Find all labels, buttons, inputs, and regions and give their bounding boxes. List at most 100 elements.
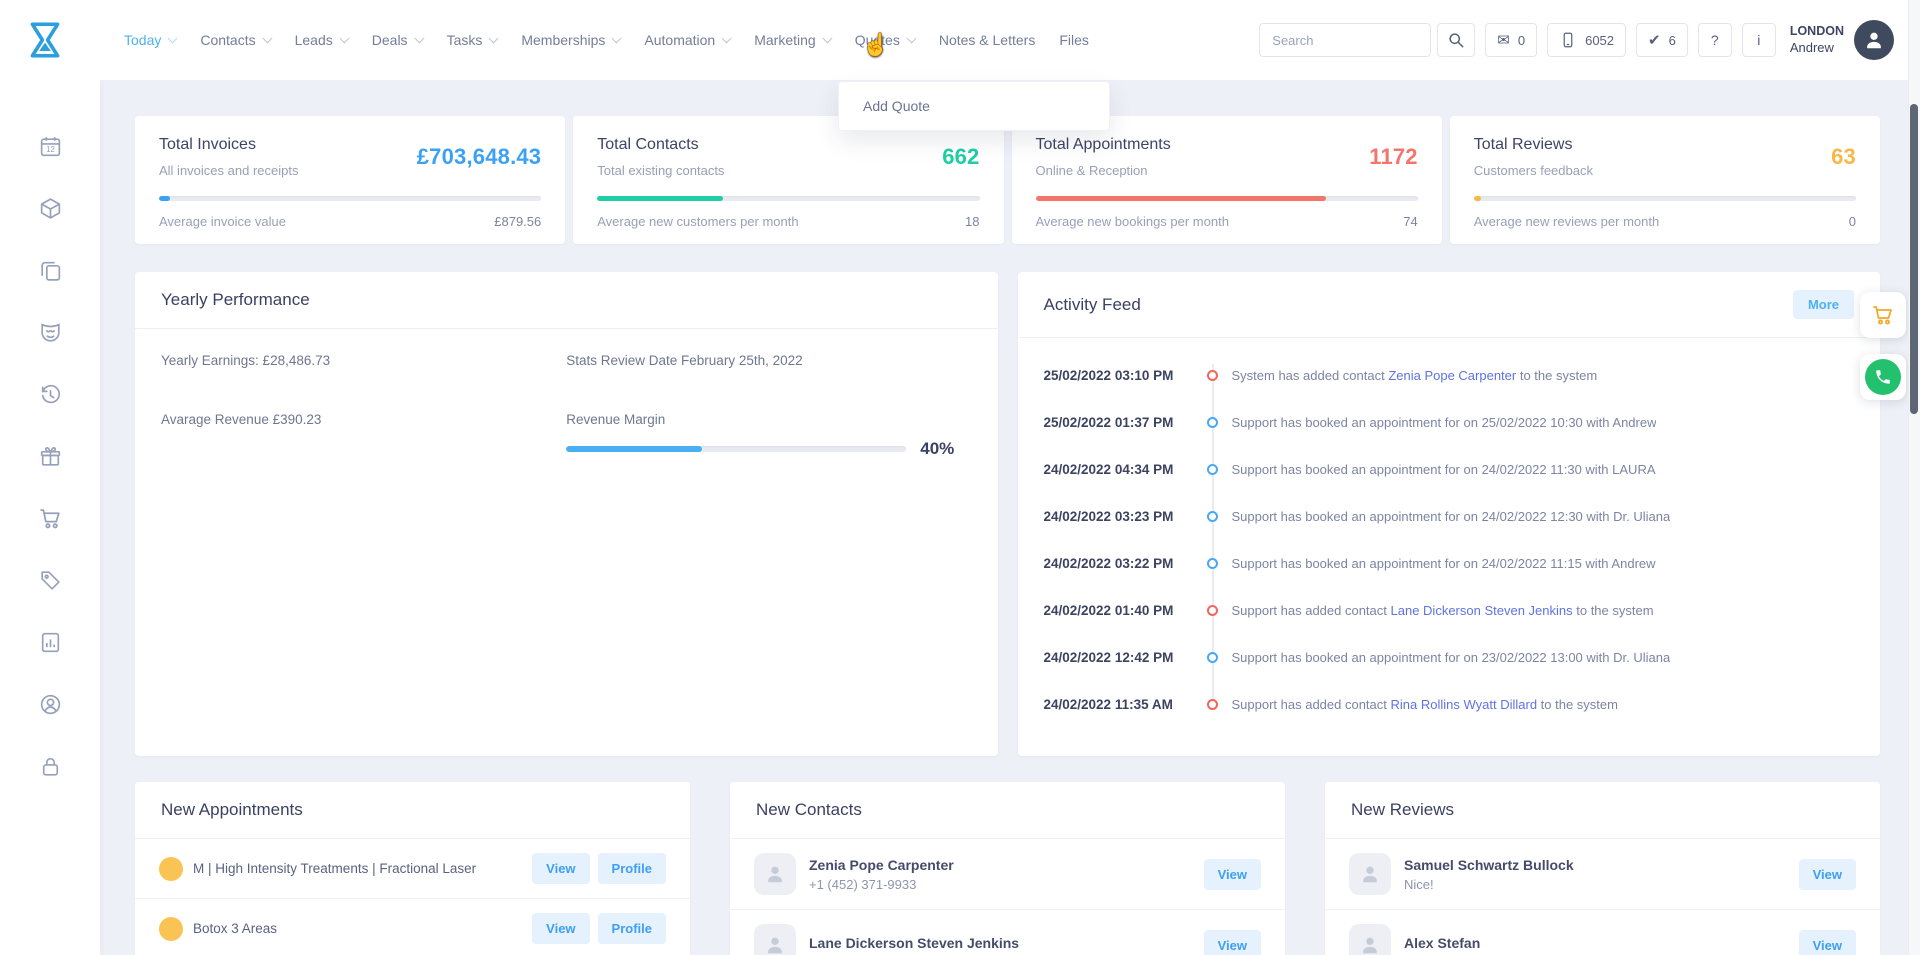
stat-footer-value: £879.56 [494, 214, 541, 229]
nav-item-label: Quotes [855, 32, 900, 48]
stat-value: 662 [942, 144, 979, 170]
stat-footer-value: 0 [1849, 214, 1856, 229]
nav-item-label: Contacts [200, 32, 255, 48]
nav-item-deals[interactable]: Deals [360, 0, 435, 80]
contact-name: Lane Dickerson Steven Jenkins [809, 935, 1204, 951]
activity-text: Support has booked an appointment for on… [1230, 415, 1657, 430]
nav-item-marketing[interactable]: Marketing [742, 0, 842, 80]
nav-item-automation[interactable]: Automation [632, 0, 742, 80]
gift-icon[interactable] [38, 444, 63, 469]
cart-icon[interactable] [38, 506, 63, 531]
activity-text: Support has added contact Rina Rollins W… [1230, 697, 1618, 712]
stat-progress-fill [159, 196, 170, 201]
nav-item-notes-letters[interactable]: Notes & Letters [927, 0, 1048, 80]
nav-item-contacts[interactable]: Contacts [188, 0, 282, 80]
chevron-down-icon [339, 33, 349, 43]
view-button[interactable]: View [532, 853, 589, 884]
stat-title: Total Appointments [1036, 136, 1171, 154]
profile-button[interactable]: Profile [598, 853, 666, 884]
nav-item-memberships[interactable]: Memberships [509, 0, 632, 80]
location-label: LONDON [1790, 23, 1844, 39]
card-title: Yearly Performance [161, 290, 310, 310]
stat-footer-label: Average invoice value [159, 214, 286, 229]
activity-dot [1207, 511, 1218, 522]
activity-item: 24/02/2022 03:22 PM Support has booked a… [1044, 540, 1855, 587]
nav-item-tasks[interactable]: Tasks [435, 0, 510, 80]
stat-title: Total Invoices [159, 136, 298, 154]
avatar[interactable] [1854, 20, 1894, 60]
history-icon[interactable] [38, 382, 63, 407]
revenue-margin-label: Revenue Margin [566, 412, 971, 427]
person-icon [1359, 863, 1381, 885]
chevron-down-icon [906, 33, 916, 43]
reviewer-avatar [1349, 853, 1391, 895]
view-button[interactable]: View [532, 913, 589, 944]
view-button[interactable]: View [1799, 930, 1856, 955]
contact-link[interactable]: Zenia Pope Carpenter [1388, 368, 1516, 383]
nav-item-leads[interactable]: Leads [283, 0, 360, 80]
search-input[interactable] [1259, 23, 1431, 57]
nav-item-quotes[interactable]: Quotes [843, 0, 927, 80]
average-revenue: Avarage Revenue £390.23 [161, 412, 566, 427]
contact-avatar [754, 924, 796, 955]
view-button[interactable]: View [1799, 859, 1856, 890]
nav-item-today[interactable]: Today [112, 0, 188, 80]
help-button[interactable]: ? [1698, 23, 1732, 57]
view-button[interactable]: View [1204, 930, 1261, 955]
activity-dot [1207, 558, 1218, 569]
appointment-title: M | High Intensity Treatments | Fraction… [193, 861, 524, 876]
floating-widgets [1860, 292, 1906, 400]
tasks-badge[interactable]: ✔ 6 [1636, 23, 1688, 57]
mail-badge[interactable]: ✉ 0 [1485, 23, 1537, 57]
phone-count: 6052 [1585, 33, 1614, 48]
card-title: New Appointments [161, 800, 303, 820]
tag-icon[interactable] [38, 568, 63, 593]
app-logo[interactable] [24, 17, 66, 63]
activity-time: 24/02/2022 11:35 AM [1044, 697, 1196, 712]
contact-name: Zenia Pope Carpenter [809, 857, 1204, 873]
menu-item-add-quote[interactable]: Add Quote [839, 86, 1109, 126]
activity-time: 24/02/2022 01:40 PM [1044, 603, 1196, 618]
package-icon[interactable] [38, 196, 63, 221]
stat-card-total-invoices: Total Invoices All invoices and receipts… [135, 116, 565, 244]
vertical-scrollbar[interactable] [1908, 0, 1920, 955]
phone-badge[interactable]: 6052 [1547, 23, 1626, 57]
activity-time: 24/02/2022 03:23 PM [1044, 509, 1196, 524]
more-button[interactable]: More [1793, 290, 1854, 319]
cart-widget-button[interactable] [1860, 292, 1906, 338]
contact-list-item: Lane Dickerson Steven Jenkins View [730, 909, 1285, 955]
info-button[interactable]: i [1742, 23, 1776, 57]
activity-item: 24/02/2022 11:35 AM Support has added co… [1044, 681, 1855, 728]
user-circle-icon[interactable] [38, 692, 63, 717]
calendar-icon[interactable] [38, 134, 63, 159]
search-button[interactable] [1437, 23, 1475, 57]
view-button[interactable]: View [1204, 859, 1261, 890]
nav-item-label: Notes & Letters [939, 32, 1036, 48]
profile-button[interactable]: Profile [598, 913, 666, 944]
cart-icon [1871, 303, 1895, 327]
new-contacts-card: New Contacts Zenia Pope Carpenter +1 (45… [730, 782, 1285, 955]
left-sidebar [0, 80, 100, 955]
report-icon[interactable] [38, 630, 63, 655]
stat-footer-value: 18 [965, 214, 979, 229]
copy-documents-icon[interactable] [38, 258, 63, 283]
new-appointments-card: New Appointments M | High Intensity Trea… [135, 782, 690, 955]
nav-item-label: Today [124, 32, 161, 48]
stat-progress-fill [1474, 196, 1482, 201]
envelope-icon: ✉ [1497, 33, 1510, 48]
activity-feed-card: Activity Feed More 25/02/2022 03:10 PM S… [1018, 272, 1881, 756]
lock-icon[interactable] [38, 754, 63, 779]
nav-item-label: Tasks [447, 32, 483, 48]
contact-link[interactable]: Lane Dickerson Steven Jenkins [1391, 603, 1573, 618]
contact-link[interactable]: Rina Rollins Wyatt Dillard [1391, 697, 1538, 712]
activity-item: 24/02/2022 12:42 PM Support has booked a… [1044, 634, 1855, 681]
scrollbar-thumb[interactable] [1910, 104, 1918, 414]
nav-item-files[interactable]: Files [1047, 0, 1101, 80]
mask-icon[interactable] [38, 320, 63, 345]
activity-item: 24/02/2022 03:23 PM Support has booked a… [1044, 493, 1855, 540]
nav-item-label: Deals [372, 32, 408, 48]
chevron-down-icon [414, 33, 424, 43]
contact-list-item: Zenia Pope Carpenter +1 (452) 371-9933 V… [730, 839, 1285, 909]
call-widget-button[interactable] [1860, 354, 1906, 400]
activity-dot [1207, 417, 1218, 428]
